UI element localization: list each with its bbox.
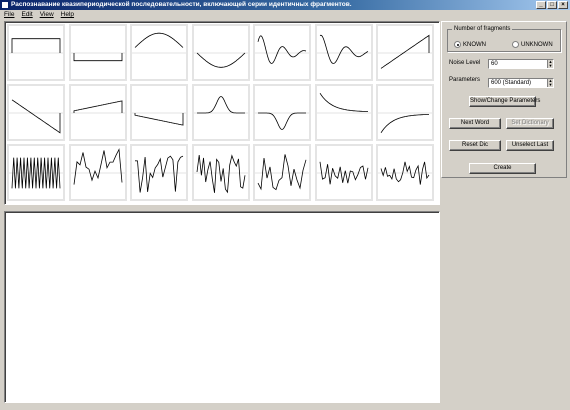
waveform-plot bbox=[132, 32, 186, 54]
waveform-cell-decay-high[interactable] bbox=[314, 84, 373, 141]
radio-known-label: KNOWN bbox=[463, 41, 486, 48]
radio-unknown-label: UNKNOWN bbox=[521, 41, 553, 48]
waveform-line bbox=[196, 154, 245, 194]
waveform-cell-ramp-up[interactable] bbox=[376, 24, 434, 81]
waveform-line bbox=[134, 113, 184, 126]
title-bar: Распознавание квазипериодической последо… bbox=[0, 0, 570, 10]
waveform-line bbox=[258, 112, 306, 130]
waveform-line bbox=[319, 92, 368, 112]
unselect-last-button[interactable]: Unselect Last bbox=[506, 140, 554, 151]
waveform-cell-noise-6[interactable] bbox=[376, 144, 434, 201]
waveform-line bbox=[134, 32, 184, 48]
waveform-plot bbox=[193, 154, 248, 194]
waveform-cell-ramp-down-offset[interactable] bbox=[130, 84, 188, 141]
waveform-cell-arch-down[interactable] bbox=[191, 24, 250, 81]
waveform-plot bbox=[9, 38, 63, 54]
menu-bar: File Edit View Help bbox=[0, 10, 570, 20]
waveform-line bbox=[380, 114, 430, 134]
fragments-group: Number of fragments KNOWN UNKNOWN bbox=[447, 26, 561, 52]
waveform-plot bbox=[316, 161, 371, 185]
waveform-plot bbox=[316, 92, 371, 114]
waveform-cell-noise-5[interactable] bbox=[314, 144, 373, 201]
waveform-line bbox=[196, 52, 245, 68]
create-button[interactable]: Create bbox=[469, 163, 536, 174]
waveform-cell-decay-low[interactable] bbox=[376, 84, 434, 141]
spin-arrows-icon[interactable]: ▲ ▼ bbox=[547, 60, 553, 68]
menu-view[interactable]: View bbox=[40, 10, 54, 20]
close-button[interactable]: × bbox=[558, 1, 568, 9]
waveform-plot bbox=[70, 52, 125, 62]
waveform-line bbox=[73, 100, 122, 113]
radio-dot-known[interactable] bbox=[454, 41, 461, 48]
waveform-cell-arch-up[interactable] bbox=[130, 24, 188, 81]
waveform-cell-sawtooth[interactable] bbox=[7, 144, 65, 201]
waveform-line bbox=[319, 34, 368, 64]
waveform-line bbox=[380, 34, 430, 69]
waveform-plot bbox=[70, 100, 125, 114]
waveform-plot bbox=[193, 96, 248, 114]
waveform-plot bbox=[255, 35, 309, 64]
waveform-plot bbox=[132, 155, 186, 193]
waveform-plot bbox=[70, 148, 125, 185]
waveform-plot bbox=[9, 99, 63, 134]
waveform-cell-noise-2[interactable] bbox=[130, 144, 188, 201]
waveform-cell-damped-osc[interactable] bbox=[253, 24, 311, 81]
menu-help[interactable]: Help bbox=[61, 10, 74, 20]
waveform-line bbox=[73, 53, 122, 62]
waveform-cell-dip[interactable] bbox=[253, 84, 311, 141]
waveform-line bbox=[257, 35, 307, 64]
fragment-grid bbox=[4, 21, 440, 205]
show-change-parameters-button[interactable]: Show/Change Parameters bbox=[469, 96, 540, 107]
waveform-cell-damped-osc-2[interactable] bbox=[314, 24, 373, 81]
waveform-plot bbox=[378, 112, 432, 134]
waveform-plot bbox=[255, 154, 309, 191]
waveform-cell-ramp-down[interactable] bbox=[7, 84, 65, 141]
waveform-plot bbox=[9, 157, 63, 189]
waveform-plot bbox=[193, 52, 248, 68]
waveform-cell-peak[interactable] bbox=[191, 84, 250, 141]
radio-dot-unknown[interactable] bbox=[512, 41, 519, 48]
waveform-cell-noise-3[interactable] bbox=[191, 144, 250, 201]
parameters-value: 600 (Standard) bbox=[491, 80, 532, 86]
set-dictionary-button[interactable]: Set Dictionary bbox=[506, 118, 554, 129]
noise-level-field[interactable]: 60 ▲ ▼ bbox=[488, 59, 554, 69]
waveform-line bbox=[73, 148, 122, 185]
waveform-cell-flat-low[interactable] bbox=[68, 24, 127, 81]
waveform-cell-noise-1[interactable] bbox=[68, 144, 127, 201]
waveform-cell-ramp-up-offset[interactable] bbox=[68, 84, 127, 141]
waveform-plot bbox=[132, 112, 186, 126]
waveform-plot bbox=[316, 34, 371, 64]
waveform-cell-noise-4[interactable] bbox=[253, 144, 311, 201]
menu-edit[interactable]: Edit bbox=[21, 10, 32, 20]
noise-level-label: Noise Level bbox=[449, 60, 481, 66]
waveform-plot bbox=[378, 161, 432, 185]
noise-level-value: 60 bbox=[491, 61, 498, 67]
reset-dic-button[interactable]: Reset Dic bbox=[449, 140, 501, 151]
waveform-line bbox=[11, 99, 61, 134]
output-area[interactable] bbox=[4, 211, 440, 403]
parameters-label: Parameters bbox=[449, 77, 481, 83]
radio-unknown[interactable]: UNKNOWN bbox=[512, 41, 553, 48]
waveform-line bbox=[11, 38, 61, 53]
radio-known[interactable]: KNOWN bbox=[454, 41, 486, 48]
waveform-plot bbox=[378, 34, 432, 69]
parameters-select[interactable]: 600 (Standard) ▲ ▼ bbox=[488, 78, 554, 88]
menu-file[interactable]: File bbox=[4, 10, 14, 20]
waveform-line bbox=[134, 155, 184, 193]
app-icon bbox=[1, 1, 9, 9]
waveform-cell-flat-high[interactable] bbox=[7, 24, 65, 81]
waveform-line bbox=[257, 154, 307, 191]
maximize-button[interactable]: □ bbox=[547, 1, 557, 9]
window-title: Распознавание квазипериодической последо… bbox=[11, 1, 352, 8]
waveform-line bbox=[196, 96, 245, 114]
waveform-plot bbox=[255, 112, 309, 130]
minimize-button[interactable]: _ bbox=[536, 1, 546, 9]
spin-arrows-icon[interactable]: ▲ ▼ bbox=[547, 79, 553, 87]
control-panel: Number of fragments KNOWN UNKNOWN Noise … bbox=[441, 21, 567, 178]
next-word-button[interactable]: Next Word bbox=[449, 118, 501, 129]
fragments-group-label: Number of fragments bbox=[454, 26, 511, 32]
